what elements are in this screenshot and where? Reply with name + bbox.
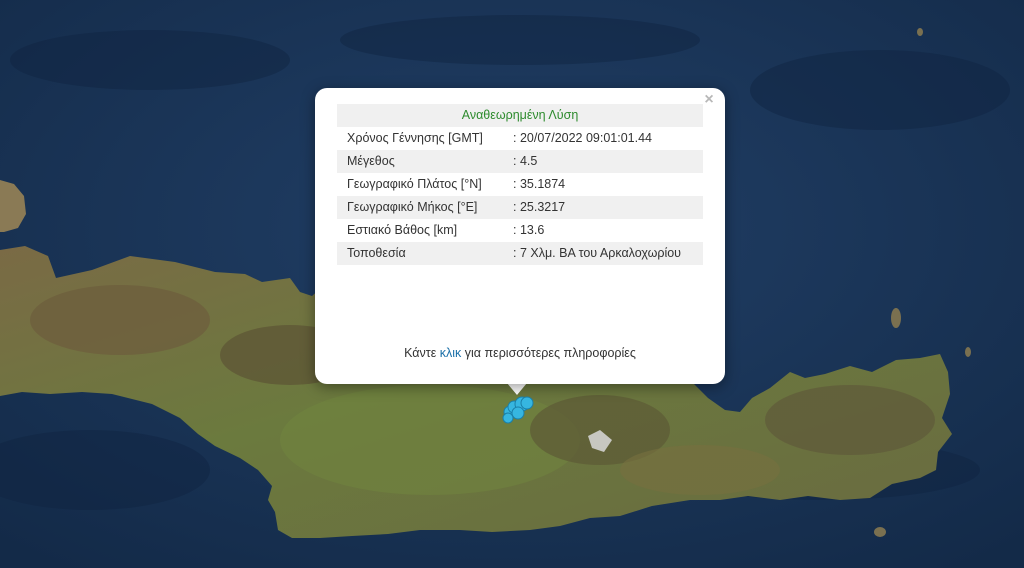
row-value-origin-time: : 20/07/2022 09:01:01.44	[513, 131, 653, 145]
row-value-longitude: : 25.3217	[507, 196, 703, 219]
row-value-latitude: : 35.1874	[513, 177, 566, 191]
more-info-prefix: Κάντε	[404, 346, 437, 360]
info-table: Αναθεωρημένη Λύση Χρόνος Γέννησης [GMT] …	[337, 104, 703, 265]
earthquake-info-popup: × Αναθεωρημένη Λύση Χρόνος Γέννησης [GMT…	[315, 88, 725, 384]
row-value-depth: : 13.6	[513, 223, 545, 237]
row-label-latitude: Γεωγραφικό Πλάτος [°N]	[347, 177, 482, 191]
marker-dot[interactable]	[502, 412, 514, 424]
row-value-location: : 7 Χλμ. ΒΑ του Αρκαλοχωρίου	[507, 242, 703, 265]
row-label-location: Τοποθεσία	[337, 242, 507, 265]
row-label-origin-time: Χρόνος Γέννησης [GMT]	[347, 131, 483, 145]
marker-dot[interactable]	[520, 396, 534, 410]
popup-title: Αναθεωρημένη Λύση	[337, 104, 703, 127]
more-info-link[interactable]: κλικ	[440, 346, 462, 360]
earthquake-markers[interactable]	[496, 386, 544, 426]
row-value-magnitude: : 4.5	[507, 150, 703, 173]
more-info-line: Κάντε κλικ για περισσότερες πληροφορίες	[315, 346, 725, 360]
close-icon[interactable]: ×	[701, 92, 717, 108]
row-label-magnitude: Μέγεθος	[337, 150, 507, 173]
row-label-depth: Εστιακό Βάθος [km]	[347, 223, 458, 237]
marker-dot[interactable]	[511, 406, 525, 420]
row-label-longitude: Γεωγραφικό Μήκος [°E]	[337, 196, 507, 219]
more-info-suffix: για περισσότερες πληροφορίες	[464, 346, 636, 360]
